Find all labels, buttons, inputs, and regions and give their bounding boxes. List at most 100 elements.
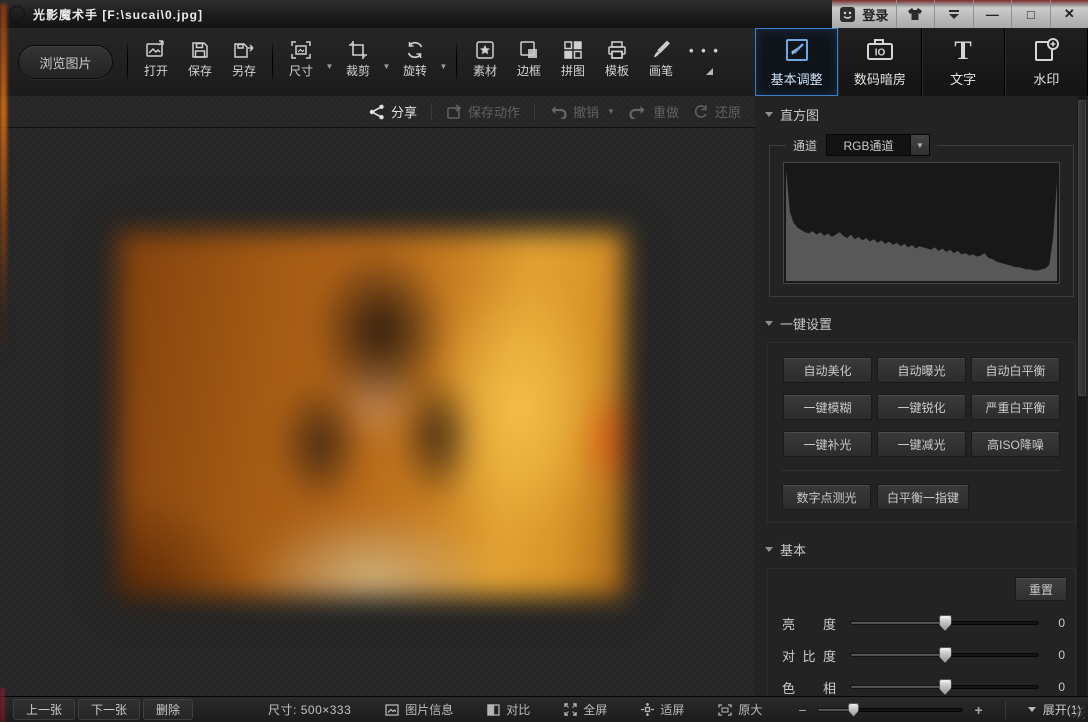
collapse-caret-icon [765, 321, 773, 326]
actionbar-divider [431, 104, 432, 120]
presets-section-header[interactable]: 一键设置 [755, 305, 1088, 338]
panel-scrollbar[interactable] [1077, 96, 1087, 696]
crop-dropdown-caret[interactable]: ▼ [380, 35, 393, 89]
prev-image-button[interactable]: 上一张 [13, 699, 75, 720]
undo-dropdown-caret[interactable]: ▼ [607, 107, 615, 116]
brightness-slider[interactable] [850, 615, 1039, 631]
tab-text[interactable]: T 文字 [922, 28, 1005, 96]
fit-screen-button[interactable]: 适屏 [641, 701, 684, 718]
high-iso-denoise-button[interactable]: 高ISO降噪 [971, 431, 1060, 457]
actionbar-divider [534, 104, 535, 120]
resize-dropdown-caret[interactable]: ▼ [323, 35, 336, 89]
image-info-label: 图片信息 [405, 701, 453, 718]
camera-icon: IO [865, 36, 895, 64]
one-key-dim-light-button[interactable]: 一键减光 [877, 431, 966, 457]
histogram-shape [786, 165, 1057, 281]
zoom-in-button[interactable]: + [975, 702, 983, 718]
zoom-slider-thumb[interactable] [848, 703, 859, 717]
window-title: 光影魔术手 [F:\sucai\0.jpg] [33, 6, 203, 23]
channel-value: RGB通道 [827, 135, 910, 155]
scrollbar-thumb[interactable] [1078, 100, 1086, 396]
maximize-button[interactable]: □ [1012, 0, 1050, 28]
hue-slider[interactable] [850, 679, 1039, 695]
presets-box: 自动美化 自动曝光 自动白平衡 一键模糊 一键锐化 严重白平衡 一键补光 一键减… [767, 342, 1076, 523]
image-info-button[interactable]: 图片信息 [385, 701, 453, 718]
auto-beautify-button[interactable]: 自动美化 [783, 357, 872, 383]
ellipsis-icon: • • • [689, 43, 720, 58]
frame-button[interactable]: 边框 [507, 35, 551, 89]
tab-watermark[interactable]: 水印 [1005, 28, 1088, 96]
slider-thumb[interactable] [939, 615, 952, 631]
statusbar-divider [1005, 701, 1006, 719]
severe-white-balance-button[interactable]: 严重白平衡 [971, 394, 1060, 420]
zoom-slider[interactable] [817, 703, 963, 717]
basic-section-header[interactable]: 基本 [755, 531, 1088, 564]
menu-chevron-icon [947, 8, 961, 20]
slider-thumb[interactable] [939, 647, 952, 663]
browse-images-button[interactable]: 浏览图片 [18, 45, 113, 79]
image-canvas[interactable] [0, 128, 755, 696]
save-action-button[interactable]: 保存动作 [446, 102, 520, 121]
rotate-icon [405, 39, 425, 61]
statusbar: 上一张 下一张 删除 尺寸: 500×333 图片信息 对比 全屏 适屏 原大 … [0, 696, 1088, 722]
rotate-button[interactable]: 旋转 [393, 35, 437, 89]
undo-button[interactable]: 撤销 ▼ [549, 102, 615, 121]
collage-icon [563, 39, 583, 61]
login-button[interactable]: 登录 [832, 0, 897, 28]
resize-icon [290, 39, 312, 61]
skin-button[interactable] [897, 0, 935, 28]
minimize-button[interactable]: — [974, 0, 1012, 28]
image-size-info: 尺寸: 500×333 [268, 701, 351, 718]
more-tools-button[interactable]: • • • [683, 35, 723, 89]
auto-exposure-button[interactable]: 自动曝光 [877, 357, 966, 383]
next-image-button[interactable]: 下一张 [78, 699, 140, 720]
save-as-button[interactable]: 另存 [222, 35, 266, 89]
redo-button[interactable]: 重做 [629, 102, 679, 121]
brush-button[interactable]: 画笔 [639, 35, 683, 89]
compare-button[interactable]: 对比 [487, 701, 530, 718]
save-as-icon [233, 39, 255, 61]
fit-screen-icon [641, 703, 654, 716]
reset-button[interactable]: 重置 [1015, 577, 1067, 601]
fullscreen-button[interactable]: 全屏 [564, 701, 607, 718]
template-button[interactable]: 模板 [595, 35, 639, 89]
white-balance-one-touch-button[interactable]: 白平衡一指键 [877, 484, 969, 510]
channel-label: 通道 [793, 137, 817, 154]
resize-button[interactable]: 尺寸 [279, 35, 323, 89]
auto-white-balance-button[interactable]: 自动白平衡 [971, 357, 1060, 383]
resize-grip[interactable] [1073, 707, 1085, 719]
close-button[interactable]: ✕ [1051, 0, 1088, 28]
save-button[interactable]: 保存 [178, 35, 222, 89]
restore-button[interactable]: 还原 [693, 102, 741, 121]
menu-button[interactable] [935, 0, 973, 28]
open-button[interactable]: 打开 [134, 35, 178, 89]
channel-select[interactable]: RGB通道 ▼ [826, 134, 930, 156]
fullscreen-label: 全屏 [583, 701, 607, 718]
fit-screen-label: 适屏 [660, 701, 684, 718]
undo-icon [549, 105, 567, 119]
digital-spot-metering-button[interactable]: 数字点测光 [782, 484, 871, 510]
slider-thumb[interactable] [939, 679, 952, 695]
original-size-button[interactable]: 原大 [718, 701, 762, 718]
rotate-dropdown-caret[interactable]: ▼ [437, 35, 450, 89]
hue-value: 0 [1049, 680, 1065, 694]
presets-title: 一键设置 [780, 314, 832, 333]
sticker-button[interactable]: 素材 [463, 35, 507, 89]
redo-label: 重做 [653, 102, 679, 121]
histogram-section-header[interactable]: 直方图 [755, 96, 1088, 129]
contrast-slider[interactable] [850, 647, 1039, 663]
one-key-fill-light-button[interactable]: 一键补光 [783, 431, 872, 457]
delete-image-button[interactable]: 删除 [143, 699, 193, 720]
photo-preview [118, 232, 625, 597]
zoom-out-button[interactable]: − [798, 702, 806, 718]
collage-button[interactable]: 拼图 [551, 35, 595, 89]
share-button[interactable]: 分享 [369, 102, 417, 121]
channel-dropdown-caret[interactable]: ▼ [910, 135, 929, 155]
main-toolbar: 浏览图片 打开 保存 另存 尺寸 ▼ [0, 28, 755, 96]
tab-basic-adjust[interactable]: 基本调整 [755, 28, 838, 96]
brightness-label: 亮度 [782, 614, 836, 633]
one-key-blur-button[interactable]: 一键模糊 [783, 394, 872, 420]
crop-button[interactable]: 裁剪 [336, 35, 380, 89]
tab-digital-darkroom[interactable]: IO 数码暗房 [838, 28, 921, 96]
one-key-sharpen-button[interactable]: 一键锐化 [877, 394, 966, 420]
